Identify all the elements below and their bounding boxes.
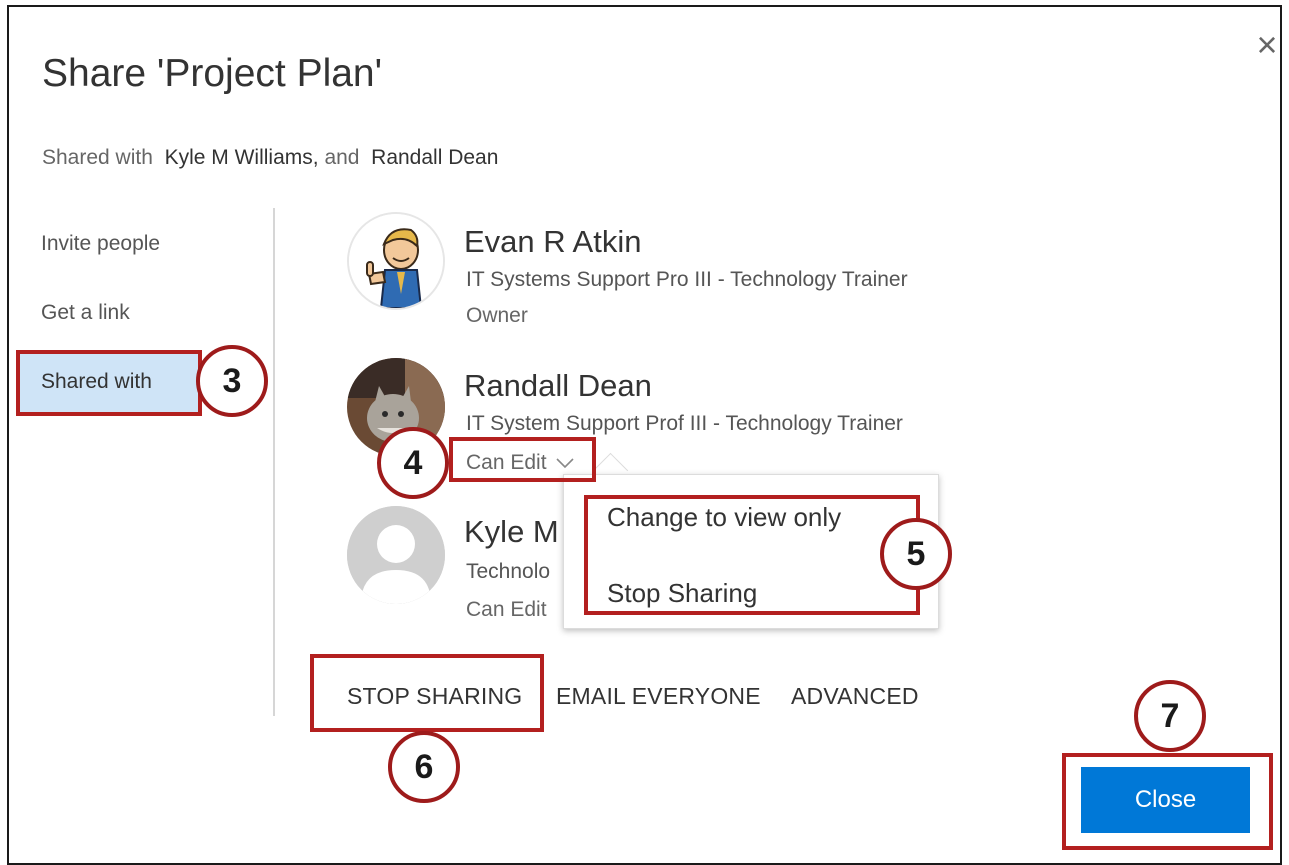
person-name-randall: Randall Dean (464, 368, 652, 403)
callout-box-stop-sharing (310, 654, 544, 732)
callout-number-6: 6 (388, 731, 460, 803)
nav-invite-people[interactable]: Invite people (16, 214, 198, 274)
shared-with-name-1: Kyle M Williams, (164, 146, 319, 169)
callout-box-close (1062, 753, 1273, 850)
person-title-evan: IT Systems Support Pro III - Technology … (466, 268, 908, 291)
callout-box-permission-menu (584, 495, 920, 615)
person-name-evan: Evan R Atkin (464, 224, 642, 259)
shared-with-name-2: Randall Dean (371, 146, 499, 169)
close-icon[interactable]: × (1250, 27, 1284, 63)
callout-number-5: 5 (880, 518, 952, 590)
avatar-kyle (347, 506, 445, 604)
person-permission-kyle[interactable]: Can Edit (466, 598, 547, 622)
dialog-title: Share 'Project Plan' (42, 52, 383, 95)
email-everyone-link[interactable]: EMAIL EVERYONE (556, 683, 761, 710)
callout-number-4: 4 (377, 427, 449, 499)
person-title-randall: IT System Support Prof III - Technology … (466, 412, 903, 435)
shared-with-conjunction: and (324, 146, 360, 169)
shared-with-prefix: Shared with (42, 146, 153, 169)
nav-divider (273, 208, 275, 716)
person-name-kyle: Kyle M (464, 514, 559, 549)
vault-boy-avatar-icon (349, 214, 443, 308)
callout-box-shared-with (16, 350, 202, 416)
callout-number-7: 7 (1134, 680, 1206, 752)
callout-number-3: 3 (196, 345, 268, 417)
advanced-link[interactable]: ADVANCED (791, 683, 919, 710)
avatar-evan (347, 212, 445, 310)
callout-box-can-edit (449, 437, 596, 482)
person-permission-evan: Owner (466, 304, 528, 327)
nav-get-a-link[interactable]: Get a link (16, 283, 198, 343)
default-person-icon (347, 506, 445, 604)
shared-with-summary: Shared with Kyle M Williams, and Randall… (42, 146, 498, 170)
person-title-kyle: Technolo (466, 560, 551, 583)
